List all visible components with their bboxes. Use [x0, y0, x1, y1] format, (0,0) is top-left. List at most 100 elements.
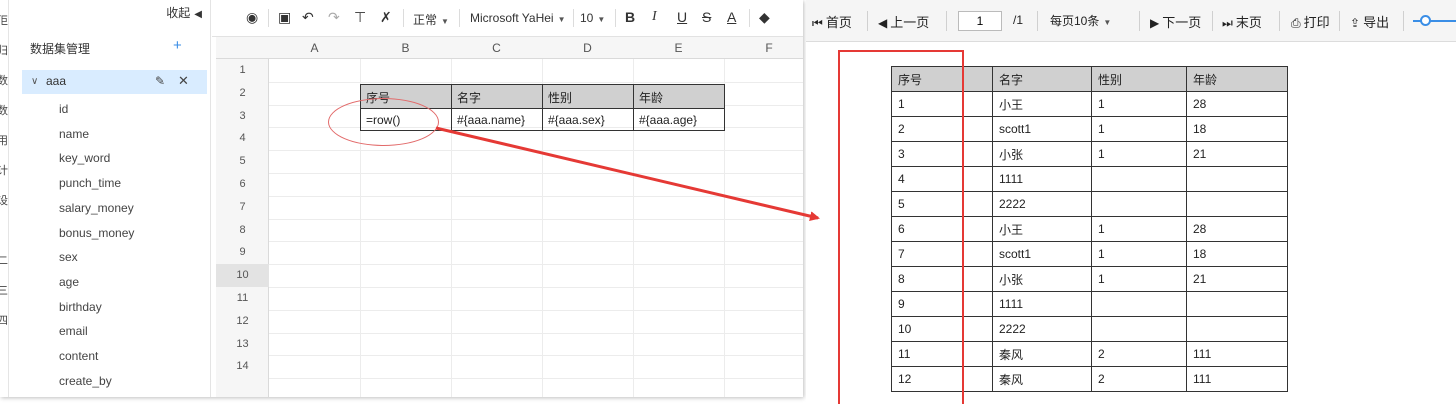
- template-header-cell[interactable]: 名字: [451, 84, 543, 109]
- template-expression-cell[interactable]: #{aaa.sex}: [542, 108, 634, 131]
- per-page-value: 每页10条: [1050, 14, 1100, 28]
- peek-char: 佢: [0, 15, 8, 27]
- row-header-7[interactable]: 7: [216, 196, 269, 219]
- row-header-6[interactable]: 6: [216, 173, 269, 196]
- table-cell: 18: [1186, 241, 1288, 267]
- format-painter-icon[interactable]: ⊤: [354, 9, 366, 26]
- next-page-button[interactable]: ▶ 下一页: [1150, 12, 1201, 31]
- table-cell: 1: [1091, 216, 1187, 242]
- row-header-9[interactable]: 9: [216, 241, 269, 264]
- font-color-button[interactable]: A: [727, 9, 736, 25]
- field-item[interactable]: punch_time: [59, 176, 121, 190]
- row-header-11[interactable]: 11: [216, 287, 269, 310]
- print-label: 打印: [1303, 15, 1330, 30]
- row-header-14[interactable]: 14: [216, 355, 269, 378]
- dataset-item-aaa[interactable]: ∨ aaa ✎ ✕: [22, 70, 207, 94]
- undo-icon[interactable]: ↶: [302, 9, 314, 26]
- template-header-cell[interactable]: 性别: [542, 84, 634, 109]
- table-cell: 秦风: [992, 341, 1092, 367]
- field-item[interactable]: email: [59, 324, 88, 338]
- table-cell: 111: [1186, 341, 1288, 367]
- table-cell: 1: [1091, 116, 1187, 142]
- peek-char: 二: [0, 255, 8, 267]
- caret-left-icon: ◀: [194, 9, 202, 20]
- column-header-f[interactable]: F: [724, 41, 803, 55]
- italic-button[interactable]: I: [652, 9, 657, 25]
- printer-icon: ⎙: [1291, 16, 1301, 30]
- field-item[interactable]: age: [59, 275, 79, 289]
- export-icon: ⇪: [1350, 16, 1361, 30]
- column-header-b[interactable]: B: [360, 41, 451, 55]
- field-item[interactable]: create_by: [59, 374, 112, 388]
- first-page-label: 首页: [825, 15, 852, 30]
- table-cell: 28: [1186, 91, 1288, 117]
- table-cell: 2222: [992, 316, 1092, 342]
- fill-color-icon[interactable]: ◆: [759, 9, 770, 26]
- underline-button[interactable]: U: [677, 9, 687, 25]
- row-header-12[interactable]: 12: [216, 310, 269, 333]
- field-item[interactable]: sex: [59, 250, 78, 264]
- row-header-4[interactable]: 4: [216, 127, 269, 150]
- font-style-value: 正常: [413, 13, 438, 27]
- row-header-3[interactable]: 3: [216, 105, 269, 128]
- close-icon[interactable]: ✕: [178, 73, 189, 89]
- page-number-input[interactable]: [958, 11, 1002, 31]
- field-item[interactable]: bonus_money: [59, 226, 134, 240]
- field-item[interactable]: name: [59, 127, 89, 141]
- template-expression-cell[interactable]: #{aaa.age}: [633, 108, 725, 131]
- column-header-a[interactable]: A: [269, 41, 360, 55]
- grid-line: [269, 218, 803, 220]
- field-item[interactable]: content: [59, 349, 98, 363]
- edit-icon[interactable]: ✎: [155, 74, 165, 88]
- last-page-button[interactable]: ⏭ 末页: [1222, 12, 1262, 31]
- column-headers: ABCDEF: [216, 37, 803, 59]
- table-cell: 2222: [992, 191, 1092, 217]
- font-family-select[interactable]: Microsoft YaHei ▼: [470, 11, 566, 25]
- column-header-e[interactable]: E: [633, 41, 724, 55]
- font-style-select[interactable]: 正常 ▼: [413, 11, 449, 28]
- chevron-down-icon[interactable]: ∨: [31, 76, 38, 87]
- first-page-button[interactable]: ⏮ 首页: [812, 12, 852, 31]
- sheet-toolbar: ◉ ▣ ↶ ↷ ⊤ ✗ 正常 ▼ Microsoft YaHei ▼ 10 ▼ B I…: [212, 0, 803, 37]
- grid-line: [269, 173, 803, 174]
- row-header-5[interactable]: 5: [216, 150, 269, 173]
- row-header-1[interactable]: 1: [216, 59, 269, 82]
- table-cell: 1111: [992, 291, 1092, 317]
- collapse-button[interactable]: 收起 ◀: [166, 4, 202, 21]
- add-dataset-icon[interactable]: +: [173, 37, 182, 54]
- preview-header-cell: 名字: [992, 66, 1092, 92]
- grid-line: [269, 150, 803, 152]
- row-header-10[interactable]: 10: [216, 264, 269, 287]
- row-header-13[interactable]: 13: [216, 333, 269, 356]
- grid-line: [269, 287, 803, 288]
- table-cell: [1091, 291, 1187, 317]
- redo-icon[interactable]: ↷: [328, 9, 340, 26]
- grid-line: [269, 195, 803, 197]
- font-size-select[interactable]: 10 ▼: [580, 11, 605, 25]
- peek-char: 设: [0, 195, 8, 207]
- row-header-2[interactable]: 2: [216, 82, 269, 105]
- column-header-d[interactable]: D: [542, 41, 633, 55]
- bold-button[interactable]: B: [625, 9, 635, 25]
- print-button[interactable]: ⎙ 打印: [1291, 12, 1330, 31]
- table-cell: 小张: [992, 266, 1092, 292]
- field-item[interactable]: id: [59, 102, 68, 116]
- table-cell: [1091, 166, 1187, 192]
- field-item[interactable]: salary_money: [59, 201, 134, 215]
- clear-format-icon[interactable]: ✗: [380, 9, 392, 26]
- prev-page-button[interactable]: ◀ 上一页: [878, 12, 929, 31]
- zoom-slider-handle[interactable]: [1420, 15, 1431, 26]
- preview-eye-icon[interactable]: ◉: [246, 9, 258, 26]
- template-header-cell[interactable]: 年龄: [633, 84, 725, 109]
- per-page-select[interactable]: 每页10条 ▼: [1050, 12, 1111, 29]
- dataset-name: aaa: [46, 74, 67, 88]
- save-icon[interactable]: ▣: [278, 9, 291, 26]
- strikethrough-button[interactable]: S: [702, 9, 711, 25]
- column-header-c[interactable]: C: [451, 41, 542, 55]
- row-header-8[interactable]: 8: [216, 219, 269, 242]
- export-button[interactable]: ⇪ 导出: [1350, 12, 1389, 31]
- field-item[interactable]: birthday: [59, 300, 102, 314]
- table-cell: scott1: [992, 241, 1092, 267]
- template-expression-cell[interactable]: #{aaa.name}: [451, 108, 543, 131]
- field-item[interactable]: key_word: [59, 151, 110, 165]
